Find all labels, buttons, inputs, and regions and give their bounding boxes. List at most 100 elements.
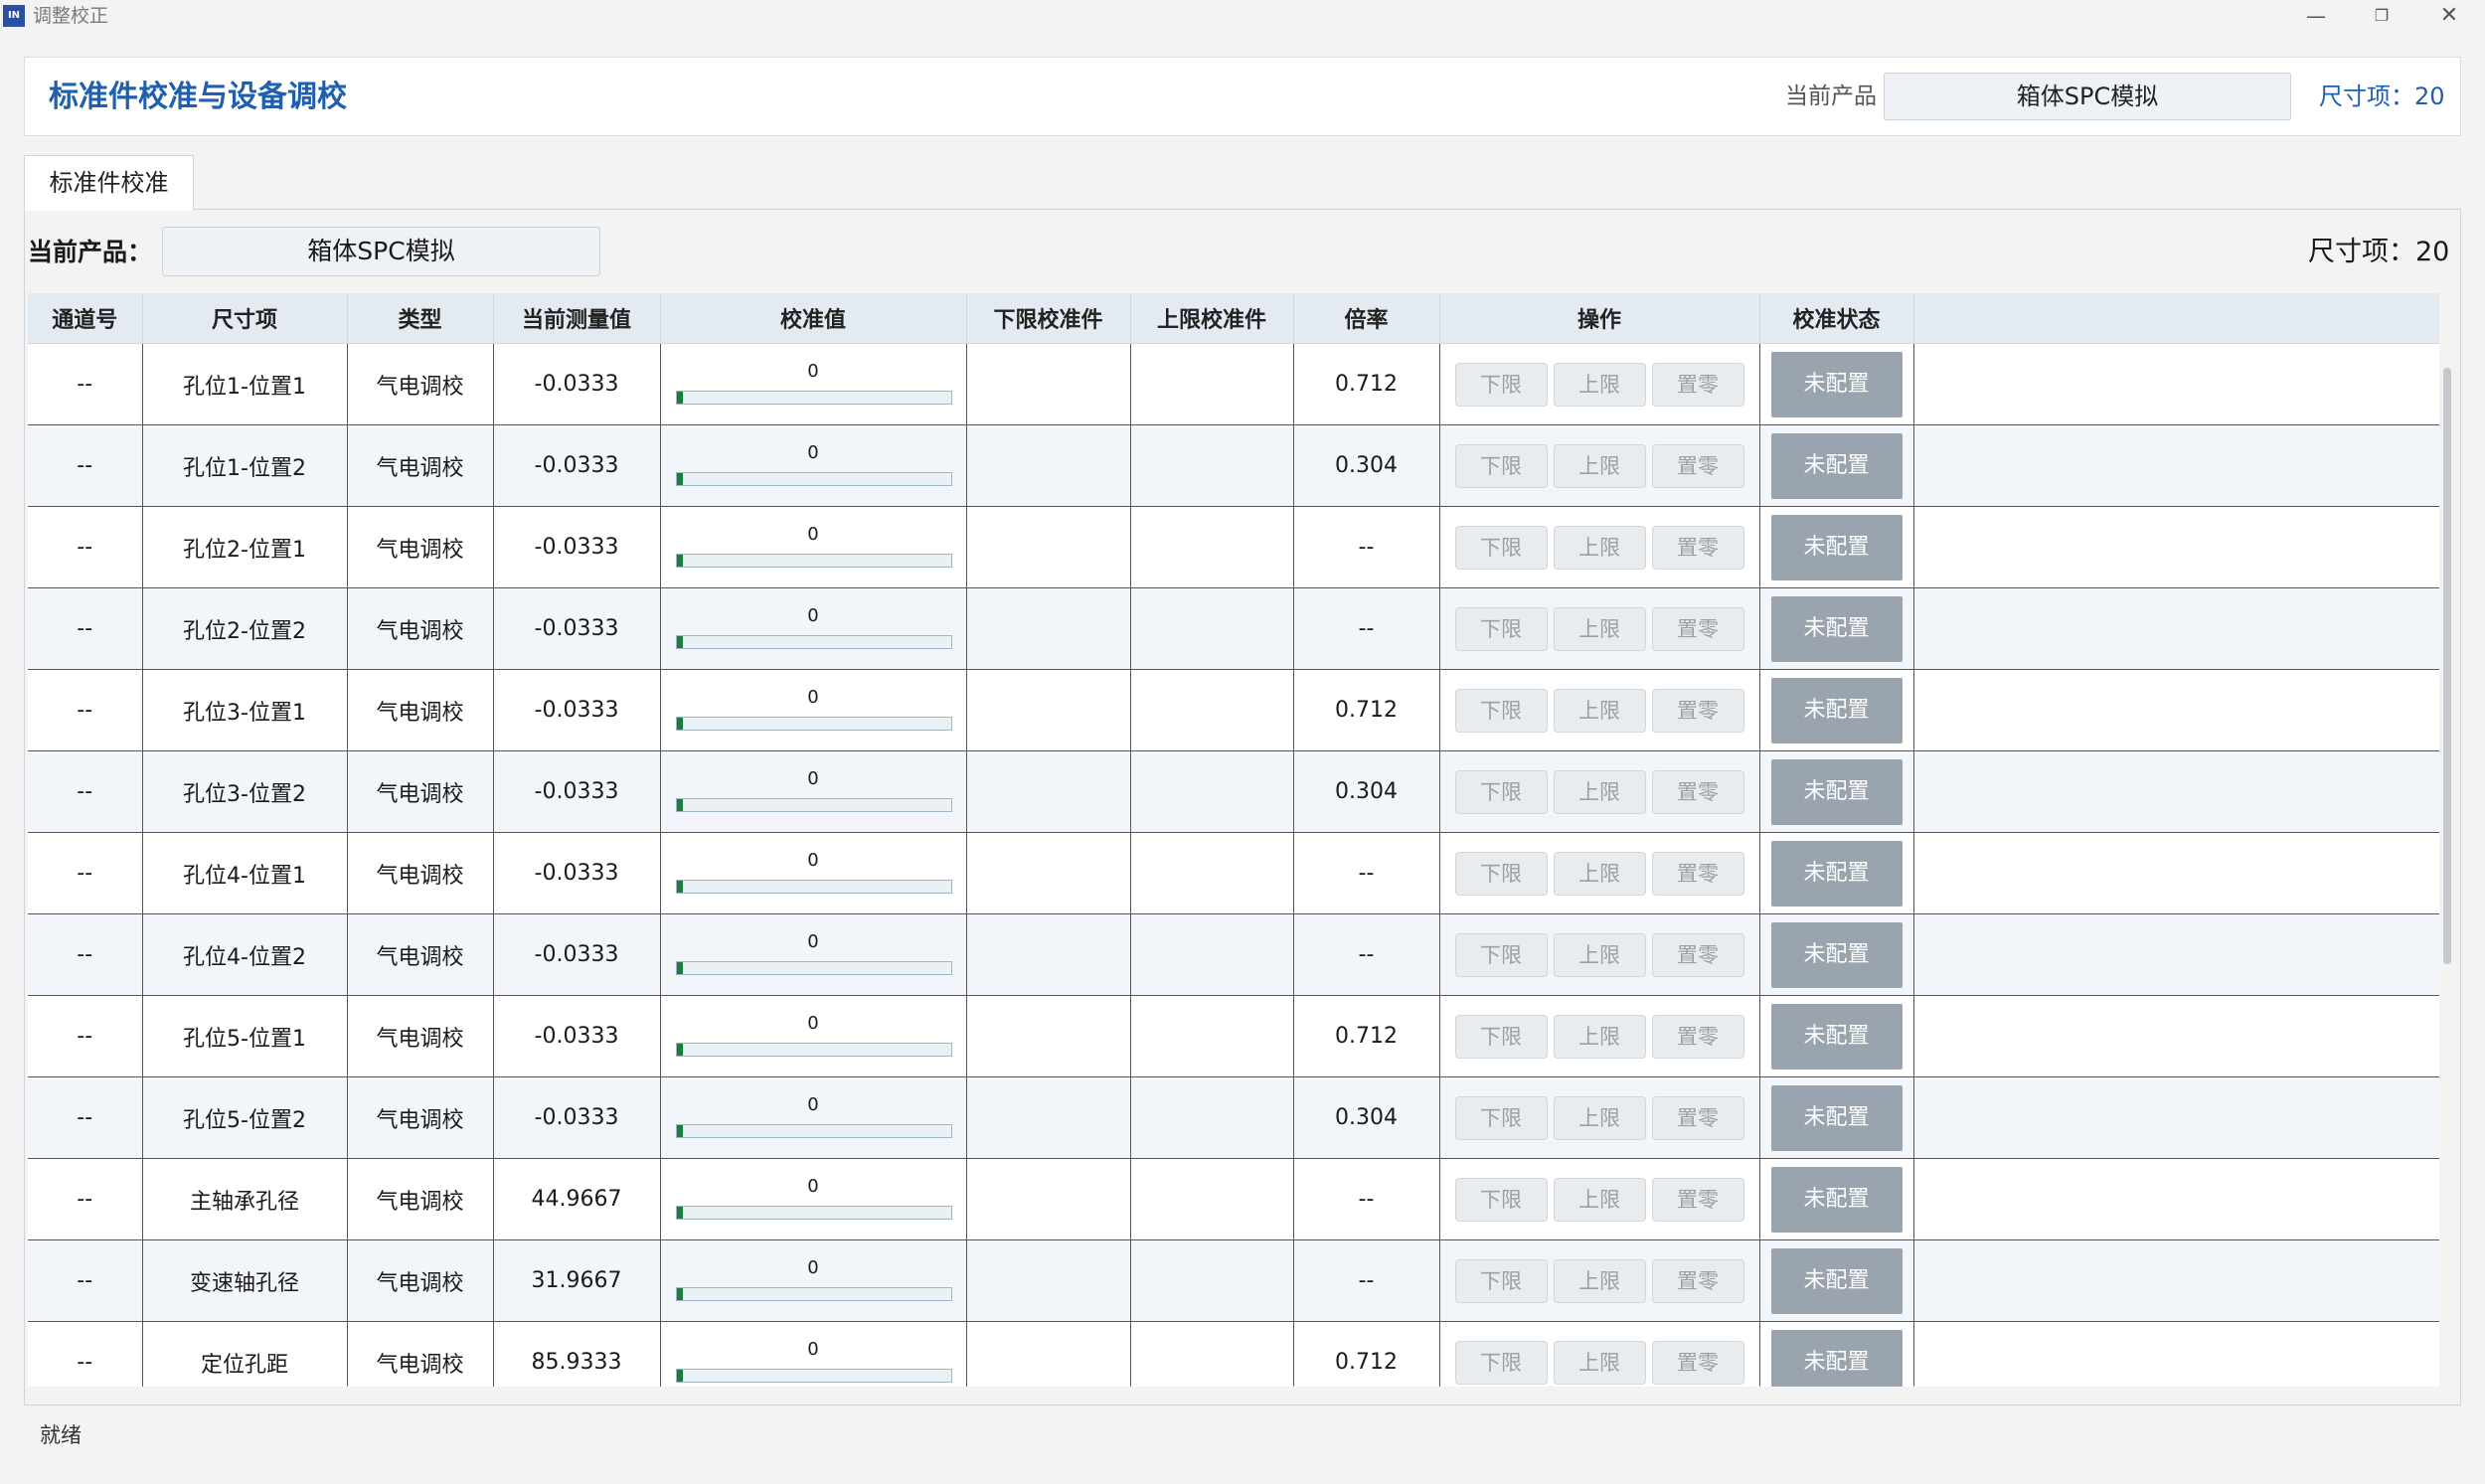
cell-channel: -- bbox=[28, 669, 143, 751]
lower-limit-button[interactable]: 下限 bbox=[1454, 443, 1548, 488]
upper-limit-button[interactable]: 上限 bbox=[1553, 1340, 1646, 1385]
header-calib-value[interactable]: 校准值 bbox=[660, 293, 967, 344]
status-button[interactable]: 未配置 bbox=[1770, 432, 1903, 499]
calib-gauge: 0 bbox=[673, 1251, 953, 1311]
upper-limit-button[interactable]: 上限 bbox=[1553, 606, 1646, 651]
cell-lower-std bbox=[966, 1239, 1131, 1322]
minimize-button[interactable]: — bbox=[2286, 0, 2346, 32]
lower-limit-button[interactable]: 下限 bbox=[1454, 851, 1548, 896]
status-button[interactable]: 未配置 bbox=[1770, 1329, 1903, 1387]
cell-actions: 下限 上限 置零 bbox=[1439, 913, 1760, 996]
upper-limit-button[interactable]: 上限 bbox=[1553, 362, 1646, 407]
header-status[interactable]: 校准状态 bbox=[1759, 293, 1914, 344]
table-row[interactable]: -- 孔位3-位置1 气电调校 -0.0333 0 0.712 下限 上限 置零 未配置 bbox=[28, 669, 2439, 751]
zero-button[interactable]: 置零 bbox=[1651, 932, 1744, 977]
upper-limit-button[interactable]: 上限 bbox=[1553, 443, 1646, 488]
header-upper-std[interactable]: 上限校准件 bbox=[1130, 293, 1294, 344]
calib-value: 0 bbox=[807, 767, 819, 789]
header-item[interactable]: 尺寸项 bbox=[142, 293, 348, 344]
upper-limit-button[interactable]: 上限 bbox=[1553, 1258, 1646, 1303]
upper-limit-button[interactable]: 上限 bbox=[1553, 932, 1646, 977]
cell-ratio: -- bbox=[1293, 913, 1440, 996]
table-row[interactable]: -- 变速轴孔径 气电调校 31.9667 0 -- 下限 上限 置零 未配置 bbox=[28, 1239, 2439, 1322]
tab-standard-calibration[interactable]: 标准件校准 bbox=[24, 155, 194, 211]
status-button[interactable]: 未配置 bbox=[1770, 840, 1903, 907]
lower-limit-button[interactable]: 下限 bbox=[1454, 1258, 1548, 1303]
table-row[interactable]: -- 孔位2-位置2 气电调校 -0.0333 0 -- 下限 上限 置零 未配置 bbox=[28, 587, 2439, 670]
status-button[interactable]: 未配置 bbox=[1770, 351, 1903, 417]
table-row[interactable]: -- 孔位1-位置1 气电调校 -0.0333 0 0.712 下限 上限 置零 未配置 bbox=[28, 343, 2439, 425]
status-button[interactable]: 未配置 bbox=[1770, 595, 1903, 662]
zero-button[interactable]: 置零 bbox=[1651, 769, 1744, 814]
status-button[interactable]: 未配置 bbox=[1770, 921, 1903, 988]
lower-limit-button[interactable]: 下限 bbox=[1454, 1095, 1548, 1140]
table-row[interactable]: -- 孔位4-位置1 气电调校 -0.0333 0 -- 下限 上限 置零 未配置 bbox=[28, 832, 2439, 914]
table-row[interactable]: -- 主轴承孔径 气电调校 44.9667 0 -- 下限 上限 置零 未配置 bbox=[28, 1158, 2439, 1240]
zero-button[interactable]: 置零 bbox=[1651, 1340, 1744, 1385]
cell-measured: -0.0333 bbox=[493, 424, 661, 507]
status-button[interactable]: 未配置 bbox=[1770, 758, 1903, 825]
cell-channel: -- bbox=[28, 1239, 143, 1322]
lower-limit-button[interactable]: 下限 bbox=[1454, 1014, 1548, 1059]
status-button[interactable]: 未配置 bbox=[1770, 1003, 1903, 1070]
restore-button[interactable]: ❐ bbox=[2352, 0, 2411, 32]
upper-limit-button[interactable]: 上限 bbox=[1553, 525, 1646, 570]
status-button[interactable]: 未配置 bbox=[1770, 1084, 1903, 1151]
header-measured[interactable]: 当前测量值 bbox=[493, 293, 661, 344]
table-row[interactable]: -- 孔位2-位置1 气电调校 -0.0333 0 -- 下限 上限 置零 未配置 bbox=[28, 506, 2439, 588]
status-button[interactable]: 未配置 bbox=[1770, 677, 1903, 743]
zero-button[interactable]: 置零 bbox=[1651, 1014, 1744, 1059]
lower-limit-button[interactable]: 下限 bbox=[1454, 362, 1548, 407]
zero-button[interactable]: 置零 bbox=[1651, 1258, 1744, 1303]
zero-button[interactable]: 置零 bbox=[1651, 525, 1744, 570]
cell-measured: -0.0333 bbox=[493, 506, 661, 588]
cell-status: 未配置 bbox=[1759, 587, 1914, 670]
table-row[interactable]: -- 孔位4-位置2 气电调校 -0.0333 0 -- 下限 上限 置零 未配置 bbox=[28, 913, 2439, 996]
upper-limit-button[interactable]: 上限 bbox=[1553, 688, 1646, 733]
header-product-field[interactable]: 箱体SPC模拟 bbox=[1884, 73, 2291, 120]
table-row[interactable]: -- 孔位5-位置2 气电调校 -0.0333 0 0.304 下限 上限 置零 未配置 bbox=[28, 1076, 2439, 1159]
header-type[interactable]: 类型 bbox=[347, 293, 494, 344]
table-row[interactable]: -- 孔位5-位置1 气电调校 -0.0333 0 0.712 下限 上限 置零 未配置 bbox=[28, 995, 2439, 1077]
upper-limit-button[interactable]: 上限 bbox=[1553, 1177, 1646, 1222]
lower-limit-button[interactable]: 下限 bbox=[1454, 1340, 1548, 1385]
upper-limit-button[interactable]: 上限 bbox=[1553, 1014, 1646, 1059]
status-button[interactable]: 未配置 bbox=[1770, 1247, 1903, 1314]
table-row[interactable]: -- 孔位1-位置2 气电调校 -0.0333 0 0.304 下限 上限 置零 未配置 bbox=[28, 424, 2439, 507]
zero-button[interactable]: 置零 bbox=[1651, 362, 1744, 407]
table-row[interactable]: -- 孔位3-位置2 气电调校 -0.0333 0 0.304 下限 上限 置零 未配置 bbox=[28, 750, 2439, 833]
zero-button[interactable]: 置零 bbox=[1651, 688, 1744, 733]
lower-limit-button[interactable]: 下限 bbox=[1454, 769, 1548, 814]
status-button[interactable]: 未配置 bbox=[1770, 514, 1903, 580]
status-button[interactable]: 未配置 bbox=[1770, 1166, 1903, 1233]
lower-limit-button[interactable]: 下限 bbox=[1454, 525, 1548, 570]
calib-progress-fill bbox=[677, 1124, 683, 1137]
header-ratio[interactable]: 倍率 bbox=[1293, 293, 1440, 344]
upper-limit-button[interactable]: 上限 bbox=[1553, 1095, 1646, 1140]
table-row[interactable]: -- 定位孔距 气电调校 85.9333 0 0.712 下限 上限 置零 未配置 bbox=[28, 1321, 2439, 1387]
cell-ratio: 0.712 bbox=[1293, 669, 1440, 751]
panel-product-field[interactable]: 箱体SPC模拟 bbox=[162, 227, 600, 276]
cell-ratio: -- bbox=[1293, 587, 1440, 670]
zero-button[interactable]: 置零 bbox=[1651, 851, 1744, 896]
header-channel[interactable]: 通道号 bbox=[28, 293, 143, 344]
lower-limit-button[interactable]: 下限 bbox=[1454, 932, 1548, 977]
upper-limit-button[interactable]: 上限 bbox=[1553, 851, 1646, 896]
calib-progress-fill bbox=[677, 1369, 683, 1382]
zero-button[interactable]: 置零 bbox=[1651, 1095, 1744, 1140]
close-button[interactable]: ✕ bbox=[2419, 0, 2479, 32]
upper-limit-button[interactable]: 上限 bbox=[1553, 769, 1646, 814]
lower-limit-button[interactable]: 下限 bbox=[1454, 606, 1548, 651]
lower-limit-button[interactable]: 下限 bbox=[1454, 688, 1548, 733]
calib-progress-fill bbox=[677, 880, 683, 893]
header-actions[interactable]: 操作 bbox=[1439, 293, 1760, 344]
cell-actions: 下限 上限 置零 bbox=[1439, 424, 1760, 507]
zero-button[interactable]: 置零 bbox=[1651, 606, 1744, 651]
zero-button[interactable]: 置零 bbox=[1651, 443, 1744, 488]
table-scrollbar[interactable] bbox=[2443, 368, 2451, 964]
header-lower-std[interactable]: 下限校准件 bbox=[966, 293, 1131, 344]
zero-button[interactable]: 置零 bbox=[1651, 1177, 1744, 1222]
lower-limit-button[interactable]: 下限 bbox=[1454, 1177, 1548, 1222]
cell-upper-std bbox=[1130, 1239, 1294, 1322]
cell-item: 孔位3-位置1 bbox=[142, 669, 348, 751]
